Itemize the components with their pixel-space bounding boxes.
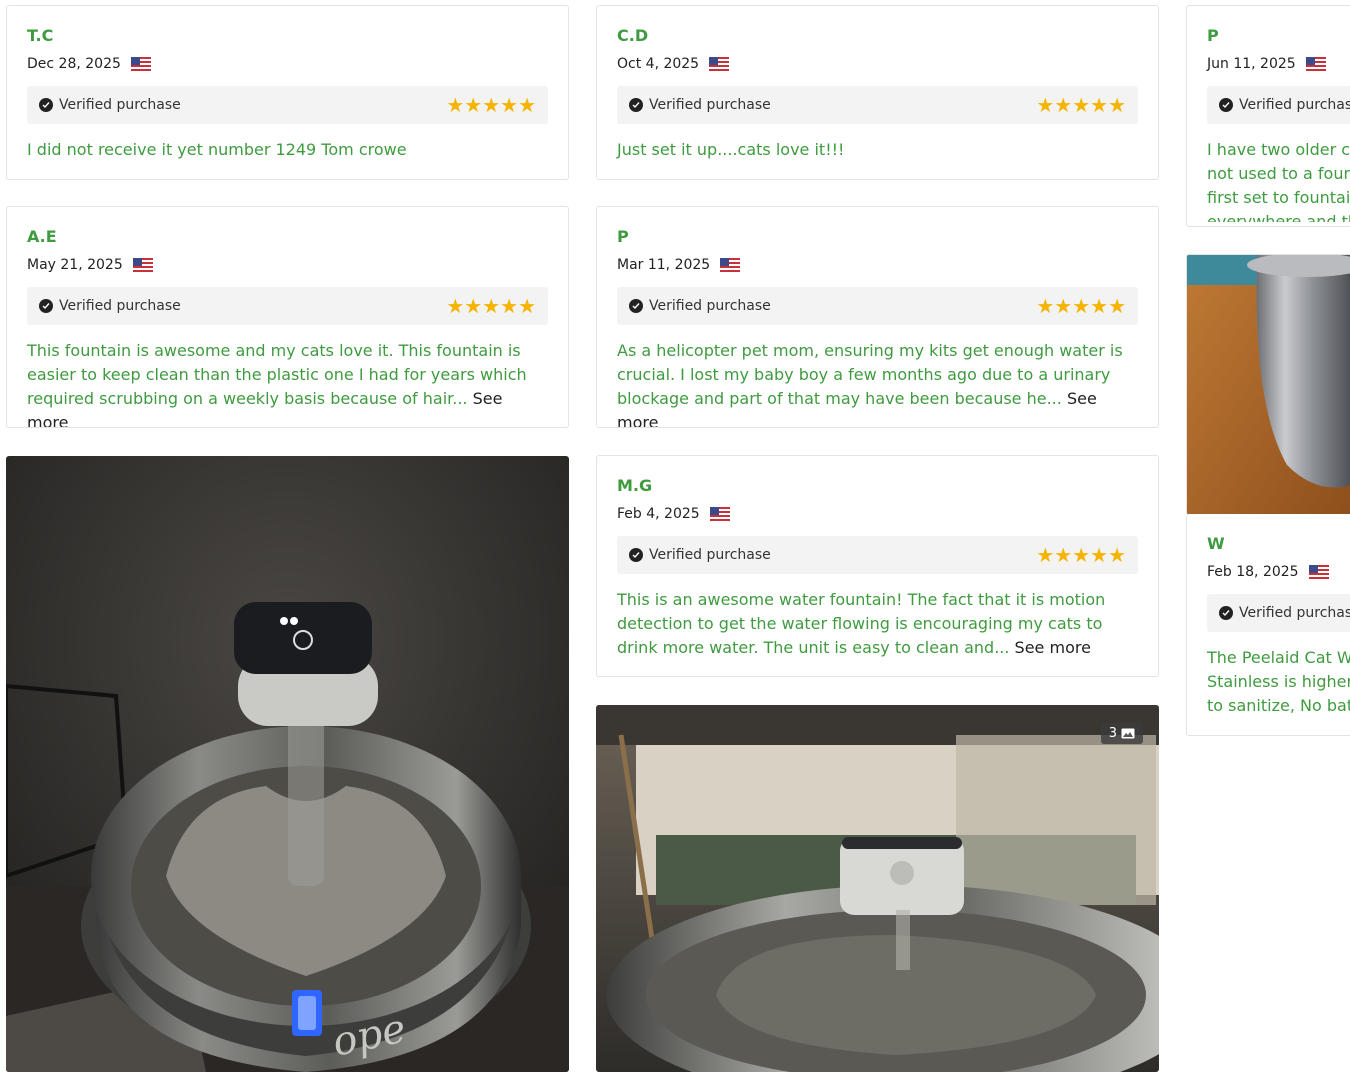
verified-bar: Verified purchase ★★★★★: [617, 86, 1138, 124]
fountain-photo-image: [1187, 255, 1350, 515]
review-text: Just set it up....cats love it!!!: [617, 138, 1138, 174]
verified-bar: Verified purchase ★★★★★: [617, 536, 1138, 574]
star-rating: ★★★★★: [446, 294, 536, 318]
check-icon: [1219, 606, 1233, 620]
review-date: Feb 18, 2025: [1207, 564, 1299, 580]
review-card[interactable]: P Mar 11, 2025 Verified purchase ★★★★★ A…: [596, 206, 1159, 428]
verified-bar: Verified purchase ★★★★★: [617, 287, 1138, 325]
review-card[interactable]: P Jun 11, 2025 Verified purchase I have …: [1186, 5, 1350, 227]
review-body: As a helicopter pet mom, ensuring my kit…: [617, 341, 1123, 408]
review-date: Oct 4, 2025: [617, 56, 700, 72]
review-date: Jun 11, 2025: [1207, 56, 1296, 72]
review-date: Mar 11, 2025: [617, 257, 711, 273]
verified-label: Verified purchase: [59, 298, 181, 314]
verified-bar: Verified purchase ★★★★★: [27, 86, 548, 124]
verified-bar: Verified purchase: [1207, 86, 1350, 124]
verified-label: Verified purchase: [1239, 97, 1350, 113]
review-text: This fountain is awesome and my cats lov…: [27, 339, 548, 427]
check-icon: [629, 548, 643, 562]
verified-label: Verified purchase: [649, 298, 771, 314]
image-gallery-icon: [1121, 728, 1135, 739]
review-photo[interactable]: 3: [596, 705, 1159, 1072]
review-card[interactable]: A.E May 21, 2025 Verified purchase ★★★★★…: [6, 206, 569, 428]
reviewer-name: T.C: [27, 26, 54, 45]
review-text: The Peelaid Cat Water Fountain Stainless…: [1207, 646, 1350, 730]
star-rating: ★★★★★: [1036, 543, 1126, 567]
photo-count-badge[interactable]: 3: [1100, 723, 1143, 744]
verified-label: Verified purchase: [649, 97, 771, 113]
review-body: The Peelaid Cat Water Fountain Stainless…: [1207, 648, 1350, 715]
us-flag-icon: [132, 258, 153, 272]
us-flag-icon: [720, 258, 741, 272]
review-photo[interactable]: [1186, 254, 1350, 515]
us-flag-icon: [1308, 565, 1329, 579]
us-flag-icon: [1305, 57, 1326, 71]
see-more-link[interactable]: See more: [1015, 638, 1091, 657]
review-body: Just set it up....cats love it!!!: [617, 140, 845, 159]
check-icon: [39, 299, 53, 313]
verified-bar: Verified purchase: [1207, 594, 1350, 632]
check-icon: [39, 98, 53, 112]
review-body: I have two older cats that were not used…: [1207, 140, 1350, 222]
reviewer-name: P: [617, 227, 629, 246]
review-card[interactable]: T.C Dec 28, 2025 Verified purchase ★★★★★…: [6, 5, 569, 180]
review-text: I did not receive it yet number 1249 Tom…: [27, 138, 548, 174]
star-rating: ★★★★★: [1036, 294, 1126, 318]
check-icon: [629, 299, 643, 313]
review-body: I did not receive it yet number 1249 Tom…: [27, 140, 407, 159]
reviewer-name: P: [1207, 26, 1219, 45]
review-text: As a helicopter pet mom, ensuring my kit…: [617, 339, 1138, 427]
review-text: This is an awesome water fountain! The f…: [617, 588, 1138, 672]
review-text: I have two older cats that were not used…: [1207, 138, 1350, 222]
verified-label: Verified purchase: [59, 97, 181, 113]
us-flag-icon: [130, 57, 151, 71]
fountain-photo-image: [596, 705, 1159, 1072]
star-rating: ★★★★★: [446, 93, 536, 117]
star-rating: ★★★★★: [1036, 93, 1126, 117]
check-icon: [1219, 98, 1233, 112]
verified-bar: Verified purchase ★★★★★: [27, 287, 548, 325]
check-icon: [629, 98, 643, 112]
review-card[interactable]: C.D Oct 4, 2025 Verified purchase ★★★★★ …: [596, 5, 1159, 180]
review-body: This fountain is awesome and my cats lov…: [27, 341, 527, 408]
review-date: Feb 4, 2025: [617, 506, 700, 522]
review-card[interactable]: M.G Feb 4, 2025 Verified purchase ★★★★★ …: [596, 455, 1159, 677]
review-card[interactable]: W Feb 18, 2025 Verified purchase The Pee…: [1186, 514, 1350, 736]
reviewer-name: A.E: [27, 227, 57, 246]
verified-label: Verified purchase: [1239, 605, 1350, 621]
fountain-photo-image: ope: [6, 456, 569, 1072]
review-date: Dec 28, 2025: [27, 56, 121, 72]
us-flag-icon: [709, 57, 730, 71]
verified-label: Verified purchase: [649, 547, 771, 563]
us-flag-icon: [709, 507, 730, 521]
reviewer-name: C.D: [617, 26, 649, 45]
photo-count: 3: [1108, 726, 1117, 741]
reviewer-name: M.G: [617, 476, 653, 495]
review-photo[interactable]: ope: [6, 456, 569, 1072]
review-date: May 21, 2025: [27, 257, 123, 273]
reviewer-name: W: [1207, 534, 1225, 553]
